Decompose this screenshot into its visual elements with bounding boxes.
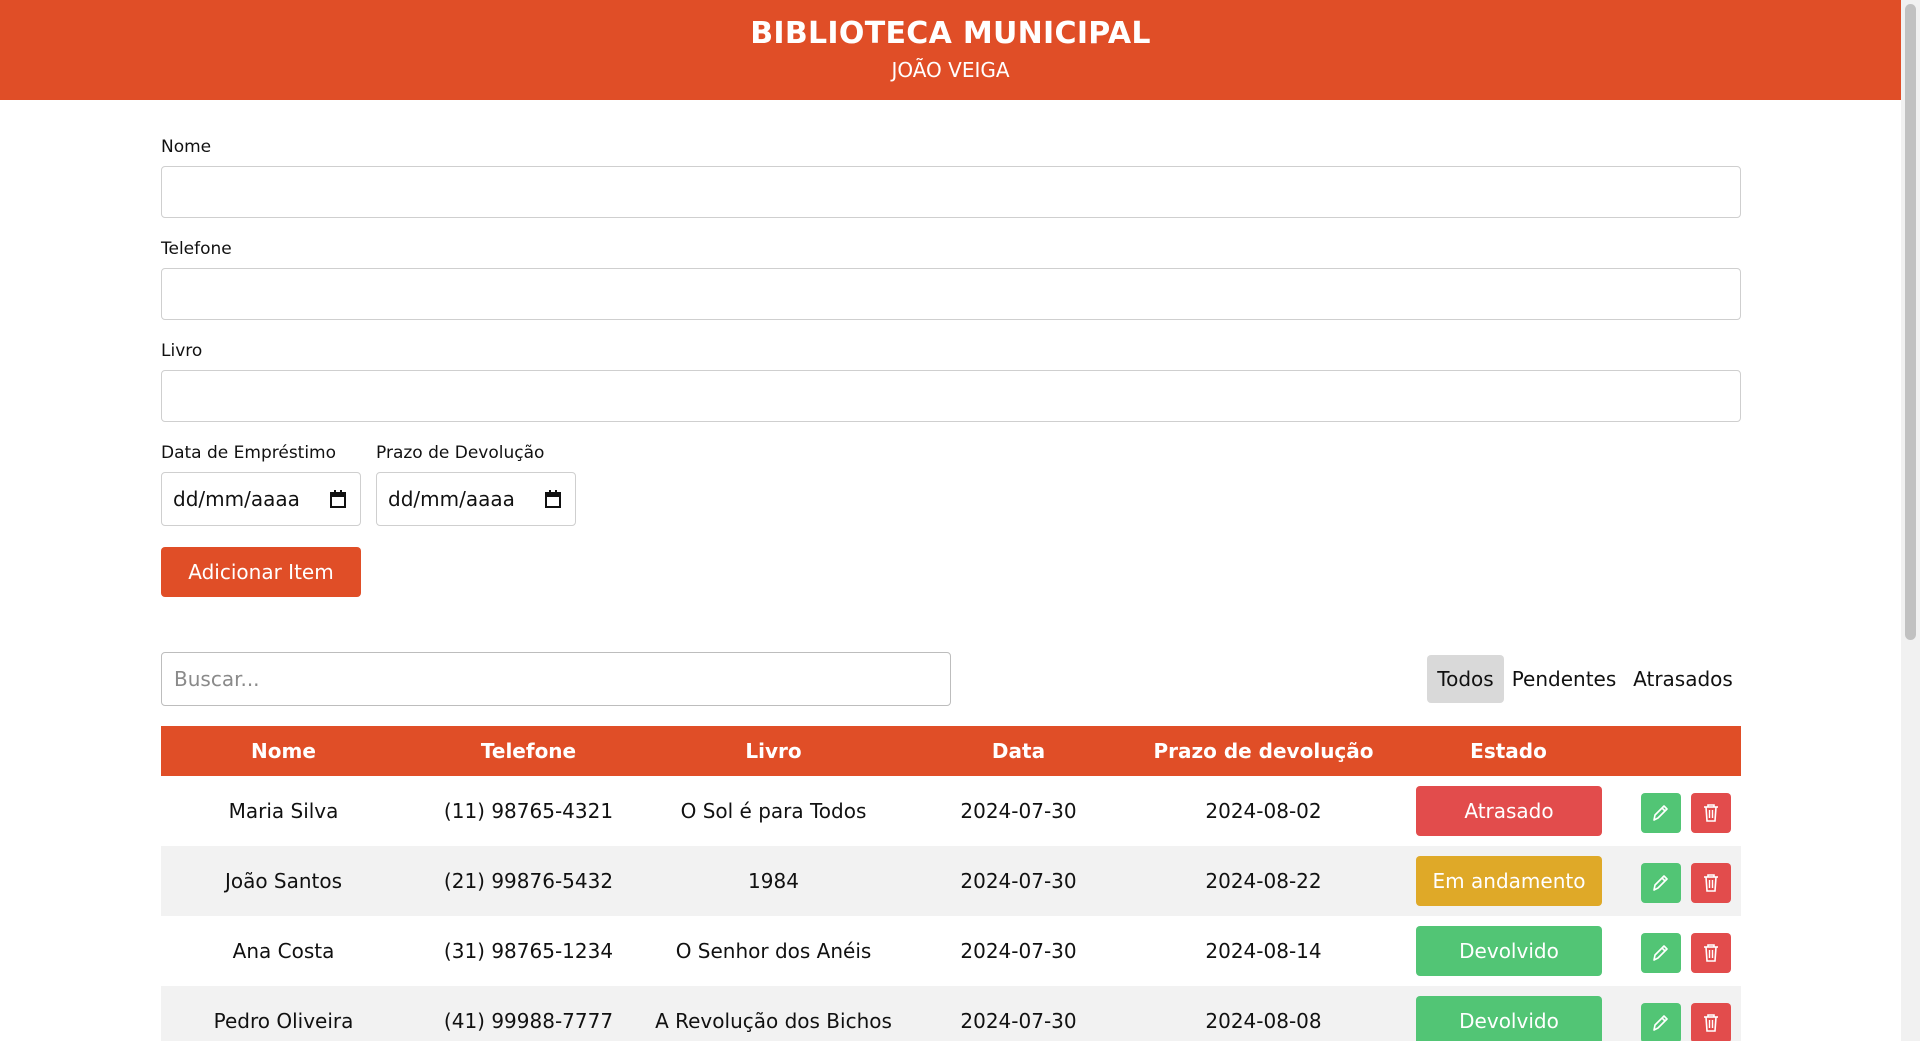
edit-button[interactable]	[1641, 933, 1681, 973]
calendar-icon[interactable]	[330, 490, 346, 508]
pencil-icon	[1653, 875, 1668, 891]
pencil-icon	[1653, 1015, 1668, 1031]
filter-todos[interactable]: Todos	[1427, 655, 1504, 703]
status-badge-devolvido: Devolvido	[1416, 996, 1602, 1041]
page-scrollbar[interactable]	[1901, 0, 1920, 1041]
table-row: Pedro Oliveira (41) 99988-7777 A Revoluç…	[161, 986, 1741, 1041]
status-badge-devolvido: Devolvido	[1416, 926, 1602, 976]
nome-label: Nome	[161, 137, 212, 157]
status-badge-em-andamento: Em andamento	[1416, 856, 1602, 906]
app-title: BIBLIOTECA MUNICIPAL	[750, 16, 1151, 51]
table-row: Maria Silva (11) 98765-4321 O Sol é para…	[161, 776, 1741, 846]
edit-button[interactable]	[1641, 793, 1681, 833]
column-header-prazo: Prazo de devolução	[1153, 739, 1374, 763]
table-row: Ana Costa (31) 98765-1234 O Senhor dos A…	[161, 916, 1741, 986]
data-emprestimo-input[interactable]: dd/mm/aaaa	[161, 472, 361, 526]
filter-pendentes[interactable]: Pendentes	[1507, 655, 1621, 703]
cell-data: 2024-07-30	[960, 869, 1077, 893]
scrollbar-thumb[interactable]	[1905, 4, 1916, 640]
add-item-button[interactable]: Adicionar Item	[161, 547, 361, 597]
column-header-estado: Estado	[1470, 739, 1547, 763]
cell-telefone: (21) 99876-5432	[443, 869, 614, 893]
prazo-devolucao-input[interactable]: dd/mm/aaaa	[376, 472, 576, 526]
calendar-icon[interactable]	[545, 490, 561, 508]
search-input[interactable]: Buscar...	[161, 652, 951, 706]
loans-table: Nome Telefone Livro Data Prazo de devolu…	[161, 726, 1741, 1041]
livro-label: Livro	[161, 341, 203, 361]
pencil-icon	[1653, 945, 1668, 961]
cell-telefone: (41) 99988-7777	[443, 1009, 614, 1033]
cell-nome: Ana Costa	[232, 939, 335, 963]
cell-livro: O Senhor dos Anéis	[675, 939, 872, 963]
edit-button[interactable]	[1641, 1003, 1681, 1041]
delete-button[interactable]	[1691, 933, 1731, 973]
app-page: BIBLIOTECA MUNICIPAL JOÃO VEIGA Nome Tel…	[0, 0, 1920, 1041]
trash-icon	[1704, 944, 1718, 962]
trash-icon	[1704, 804, 1718, 822]
cell-nome: Pedro Oliveira	[213, 1009, 354, 1033]
cell-nome: Maria Silva	[228, 799, 339, 823]
cell-nome: João Santos	[224, 869, 343, 893]
pencil-icon	[1653, 805, 1668, 821]
prazo-devolucao-value: dd/mm/aaaa	[388, 487, 515, 511]
app-header: BIBLIOTECA MUNICIPAL JOÃO VEIGA	[0, 0, 1901, 100]
cell-telefone: (11) 98765-4321	[443, 799, 614, 823]
telefone-input[interactable]	[161, 268, 1741, 320]
table-row: João Santos (21) 99876-5432 1984 2024-07…	[161, 846, 1741, 916]
trash-icon	[1704, 874, 1718, 892]
delete-button[interactable]	[1691, 793, 1731, 833]
cell-prazo: 2024-08-22	[1205, 869, 1322, 893]
delete-button[interactable]	[1691, 1003, 1731, 1041]
column-header-nome: Nome	[251, 739, 316, 763]
cell-data: 2024-07-30	[960, 1009, 1077, 1033]
table-header: Nome Telefone Livro Data Prazo de devolu…	[161, 726, 1741, 776]
delete-button[interactable]	[1691, 863, 1731, 903]
livro-input[interactable]	[161, 370, 1741, 422]
cell-livro: 1984	[748, 869, 799, 893]
column-header-livro: Livro	[745, 739, 802, 763]
data-emprestimo-value: dd/mm/aaaa	[173, 487, 300, 511]
trash-icon	[1704, 1014, 1718, 1032]
telefone-label: Telefone	[161, 239, 232, 259]
cell-telefone: (31) 98765-1234	[443, 939, 614, 963]
data-emprestimo-label: Data de Empréstimo	[161, 443, 337, 463]
search-placeholder: Buscar...	[174, 667, 260, 691]
prazo-devolucao-label: Prazo de Devolução	[376, 443, 545, 463]
app-subtitle: JOÃO VEIGA	[891, 58, 1010, 82]
cell-prazo: 2024-08-02	[1205, 799, 1322, 823]
edit-button[interactable]	[1641, 863, 1681, 903]
cell-data: 2024-07-30	[960, 939, 1077, 963]
nome-input[interactable]	[161, 166, 1741, 218]
column-header-data: Data	[991, 739, 1046, 763]
filter-atrasados[interactable]: Atrasados	[1627, 655, 1739, 703]
cell-data: 2024-07-30	[960, 799, 1077, 823]
cell-prazo: 2024-08-08	[1205, 1009, 1322, 1033]
cell-prazo: 2024-08-14	[1205, 939, 1322, 963]
cell-livro: O Sol é para Todos	[680, 799, 867, 823]
cell-livro: A Revolução dos Bichos	[655, 1009, 892, 1033]
column-header-telefone: Telefone	[480, 739, 577, 763]
status-badge-atrasado: Atrasado	[1416, 786, 1602, 836]
